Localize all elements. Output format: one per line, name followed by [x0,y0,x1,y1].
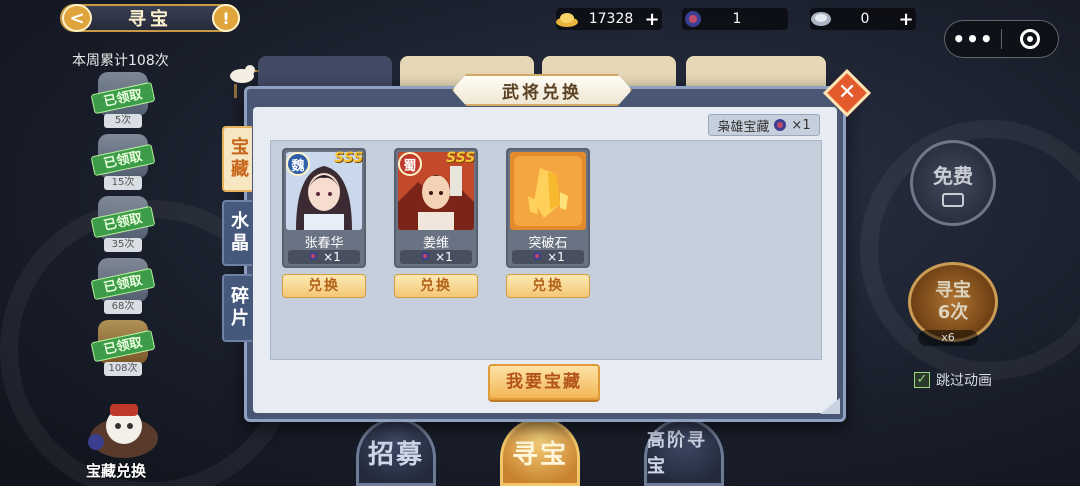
treasure-redeem-label[interactable]: 宝藏兑换 [86,460,146,481]
faction-badge: 蜀 [398,152,422,176]
chest-threshold: 15次 [104,176,142,190]
exchange-button[interactable]: 兑换 [506,274,590,298]
item-cost: ×1 [400,250,472,264]
item-name: 姜维 [422,236,449,251]
resource-silver: 0 + [810,8,916,30]
item-card-zhangchunhua[interactable]: 魏 SSS 张春华 ×1 [282,148,366,268]
get-treasure-button[interactable]: 我要宝藏 [488,364,600,400]
grade-label: SSS [334,150,364,166]
hunt-label: 寻宝 [935,280,971,301]
item-cost: ×1 [288,250,360,264]
target-circle-icon [1020,29,1040,49]
treasure-token-icon [533,252,542,260]
reward-chest[interactable]: 已领取 15次 [88,130,158,192]
add-gold-button[interactable]: + [642,9,662,30]
silver-token-icon [811,12,831,26]
treasure-token-icon [309,252,318,260]
hunt-count-label: 6次 [937,302,969,323]
reward-chest[interactable]: 已领取 108次 [88,316,158,378]
owned-treasure-qty: ×1 [791,117,811,133]
exclamation-icon: ! [222,8,230,28]
treasure-token-icon [685,11,701,27]
back-button[interactable]: < [62,4,92,32]
resource-treasure: 1 [682,8,788,30]
recruit-button[interactable]: 招募 [356,418,436,486]
skip-animation-toggle[interactable]: ✓ 跳过动画 [914,370,992,390]
add-silver-button[interactable]: + [896,9,916,30]
treasure-token-icon [774,119,787,131]
hunt-cost: x6 [918,330,978,346]
grade-label: SSS [446,150,476,166]
reward-chest[interactable]: 已领取 5次 [88,68,158,130]
checkbox-icon[interactable]: ✓ [914,372,930,388]
item-name: 张春华 [304,236,344,251]
back-arrow-icon: < [69,7,85,29]
gold-amount: 17328 [588,11,634,27]
crystal-icon [510,152,586,230]
chest-threshold: 5次 [104,114,142,128]
owned-treasure-badge: 枭雄宝藏 ×1 [708,114,820,136]
corner-curl-icon [820,398,840,414]
silver-amount: 0 [860,11,870,27]
close-icon: ✕ [837,80,857,105]
reward-chest[interactable]: 已领取 68次 [88,254,158,316]
item-cost-value: ×1 [435,250,453,264]
item-card-breakthrough-stone[interactable]: 突破石 ×1 [506,148,590,268]
tab-fragment[interactable]: 碎片 [222,274,252,342]
treasure-redeem-icon[interactable] [80,398,168,460]
exit-miniprogram-button[interactable] [1002,29,1058,49]
bird-ornament-icon [230,65,260,98]
chest-threshold: 68次 [104,300,142,314]
weekly-count-label: 本周累计108次 [72,53,169,69]
background-tab [258,56,392,86]
owned-treasure-label: 枭雄宝藏 [717,119,770,135]
info-button[interactable]: ! [212,4,240,32]
item-cost-value: ×1 [323,250,341,264]
reward-chest-list: 已领取 5次 已领取 15次 已领取 35次 已领取 68次 已领取 108次 [88,68,158,378]
free-label: 免费 [933,163,973,188]
video-icon [942,192,964,207]
hunt-button[interactable]: 寻宝 [500,418,580,486]
tab-treasure[interactable]: 宝藏 [222,126,252,192]
exchange-button[interactable]: 兑换 [394,274,478,298]
page-title: 寻宝 [128,9,172,30]
resource-gold: 17328 + [556,8,662,30]
faction-badge: 魏 [286,152,310,176]
gold-ingot-icon [556,13,578,27]
miniprogram-capsule: ••• [944,20,1059,58]
more-options-button[interactable]: ••• [945,27,1001,51]
chest-threshold: 108次 [104,362,142,376]
background-tab [686,56,826,86]
skip-animation-label: 跳过动画 [936,373,992,389]
advanced-hunt-button[interactable]: 高阶寻宝 [644,418,724,486]
item-name: 突破石 [528,236,568,251]
chest-threshold: 35次 [104,238,142,252]
dialog-title: 武将兑换 [452,74,632,106]
item-cost-value: ×1 [547,250,565,264]
free-hunt-button[interactable]: 免费 [910,140,996,226]
exchange-button[interactable]: 兑换 [282,274,366,298]
tab-crystal[interactable]: 水晶 [222,200,252,266]
reward-chest[interactable]: 已领取 35次 [88,192,158,254]
treasure-amount: 1 [732,11,742,27]
item-cost: ×1 [512,250,584,264]
item-card-jiangwei[interactable]: 蜀 SSS 姜维 ×1 [394,148,478,268]
treasure-token-icon [421,252,430,260]
